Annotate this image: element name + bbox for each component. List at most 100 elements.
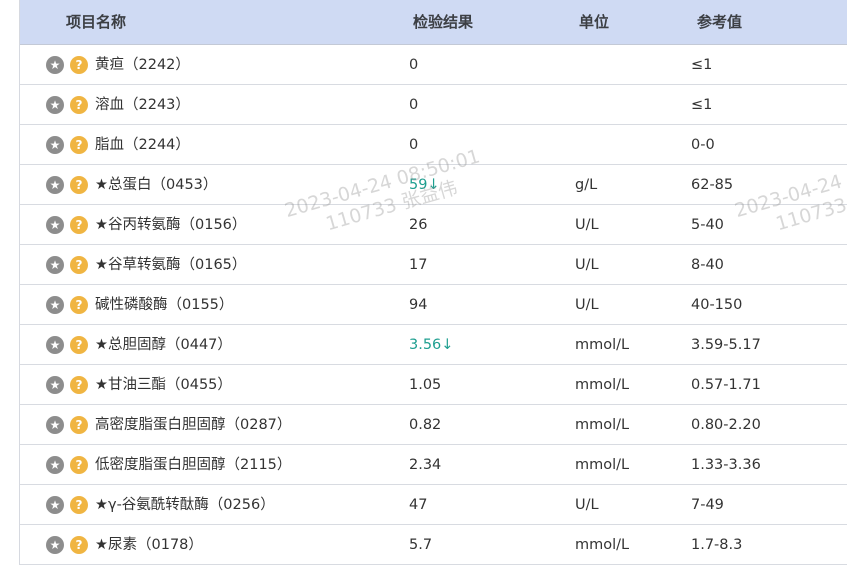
table-row: ★? ★甘油三酯（0455） 1.05 mmol/L 0.57-1.71 [20,365,847,405]
item-name: ★总胆固醇（0447） [95,337,232,353]
low-flag-icon: ↓ [427,177,440,193]
result-value: 0 [409,57,419,73]
item-result: 0 [409,85,418,124]
item-name: 脂血（2244） [95,137,190,153]
item-result: 17 [409,245,427,284]
table-row: ★? ★总胆固醇（0447） 3.56↓ mmol/L 3.59-5.17 [20,325,847,365]
result-value: 59 [409,177,428,193]
table-row: ★? 碱性磷酸酶（0155） 94 U/L 40-150 [20,285,847,325]
item-reference: 1.33-3.36 [691,457,761,473]
item-result: 94 [409,285,427,324]
item-unit: U/L [575,217,599,233]
item-name: ★甘油三酯（0455） [95,377,232,393]
help-icon[interactable]: ? [70,296,88,314]
item-reference: 5-40 [691,217,724,233]
item-result: 5.7 [409,525,432,564]
item-unit: U/L [575,497,599,513]
item-reference: 0.57-1.71 [691,377,761,393]
star-icon[interactable]: ★ [46,496,64,514]
help-icon[interactable]: ? [70,136,88,154]
result-value: 17 [409,257,428,273]
result-value: 1.05 [409,377,442,393]
item-result: 0.82 [409,405,441,444]
star-icon[interactable]: ★ [46,376,64,394]
header-item-name: 项目名称 [66,13,127,31]
header-reference: 参考值 [697,13,743,31]
table-row: ★? ★谷草转氨酶（0165） 17 U/L 8-40 [20,245,847,285]
item-result: 2.34 [409,445,441,484]
star-icon[interactable]: ★ [46,136,64,154]
item-reference: 8-40 [691,257,724,273]
star-icon[interactable]: ★ [46,216,64,234]
header-result: 检验结果 [413,13,474,31]
item-name: ★谷草转氨酶（0165） [95,257,247,273]
lab-results-table: 项目名称 检验结果 单位 参考值 ★? 黄疸（2242） 0 ≤1 ★? 溶血（2243）… [19,0,847,565]
item-result: 0 [409,125,418,164]
star-icon[interactable]: ★ [46,176,64,194]
item-name: 黄疸（2242） [95,57,190,73]
item-name: 溶血（2243） [95,97,190,113]
star-icon[interactable]: ★ [46,256,64,274]
item-unit: g/L [575,177,598,193]
item-result: 26 [409,205,427,244]
table-row: ★? ★总蛋白（0453） 59↓ g/L 62-85 [20,165,847,205]
item-reference: 3.59-5.17 [691,337,761,353]
item-name: ★γ-谷氨酰转酞酶（0256） [95,497,275,513]
item-name: 高密度脂蛋白胆固醇（0287） [95,417,292,433]
item-unit: U/L [575,257,599,273]
item-result: 0 [409,45,418,84]
star-icon[interactable]: ★ [46,336,64,354]
star-icon[interactable]: ★ [46,56,64,74]
item-result: 47 [409,485,427,524]
table-row: ★? 高密度脂蛋白胆固醇（0287） 0.82 mmol/L 0.80-2.20 [20,405,847,445]
item-reference: 1.7-8.3 [691,537,743,553]
item-unit: mmol/L [575,377,630,393]
result-value: 5.7 [409,537,433,553]
item-name: ★尿素（0178） [95,537,203,553]
item-reference: 0-0 [691,137,715,153]
item-name: ★谷丙转氨酶（0156） [95,217,247,233]
star-icon[interactable]: ★ [46,296,64,314]
item-reference: 0.80-2.20 [691,417,761,433]
help-icon[interactable]: ? [70,496,88,514]
item-reference: ≤1 [691,57,713,73]
item-name: ★总蛋白（0453） [95,177,218,193]
result-value: 0.82 [409,417,442,433]
result-value: 3.56 [409,337,442,353]
lab-results-page: 项目名称 检验结果 单位 参考值 ★? 黄疸（2242） 0 ≤1 ★? 溶血（2243）… [0,0,847,570]
item-unit: mmol/L [575,417,630,433]
star-icon[interactable]: ★ [46,96,64,114]
table-row: ★? 黄疸（2242） 0 ≤1 [20,45,847,85]
table-row: ★? ★尿素（0178） 5.7 mmol/L 1.7-8.3 [20,525,847,565]
result-value: 26 [409,217,428,233]
result-value: 2.34 [409,457,442,473]
help-icon[interactable]: ? [70,96,88,114]
table-row: ★? ★谷丙转氨酶（0156） 26 U/L 5-40 [20,205,847,245]
item-reference: 40-150 [691,297,743,313]
star-icon[interactable]: ★ [46,456,64,474]
star-icon[interactable]: ★ [46,416,64,434]
table-header: 项目名称 检验结果 单位 参考值 [20,0,847,45]
table-row: ★? 溶血（2243） 0 ≤1 [20,85,847,125]
item-reference: ≤1 [691,97,713,113]
star-icon[interactable]: ★ [46,536,64,554]
help-icon[interactable]: ? [70,416,88,434]
help-icon[interactable]: ? [70,376,88,394]
help-icon[interactable]: ? [70,216,88,234]
item-name: 碱性磷酸酶（0155） [95,297,234,313]
help-icon[interactable]: ? [70,56,88,74]
table-row: ★? 低密度脂蛋白胆固醇（2115） 2.34 mmol/L 1.33-3.36 [20,445,847,485]
table-body: ★? 黄疸（2242） 0 ≤1 ★? 溶血（2243） 0 ≤1 ★? 脂血（2244） 0 0-0… [20,45,847,565]
table-row: ★? ★γ-谷氨酰转酞酶（0256） 47 U/L 7-49 [20,485,847,525]
help-icon[interactable]: ? [70,456,88,474]
help-icon[interactable]: ? [70,536,88,554]
item-result: 3.56↓ [409,325,453,364]
help-icon[interactable]: ? [70,256,88,274]
result-value: 0 [409,137,419,153]
result-value: 94 [409,297,428,313]
help-icon[interactable]: ? [70,336,88,354]
header-unit: 单位 [579,13,610,31]
help-icon[interactable]: ? [70,176,88,194]
item-reference: 7-49 [691,497,724,513]
item-unit: mmol/L [575,337,630,353]
